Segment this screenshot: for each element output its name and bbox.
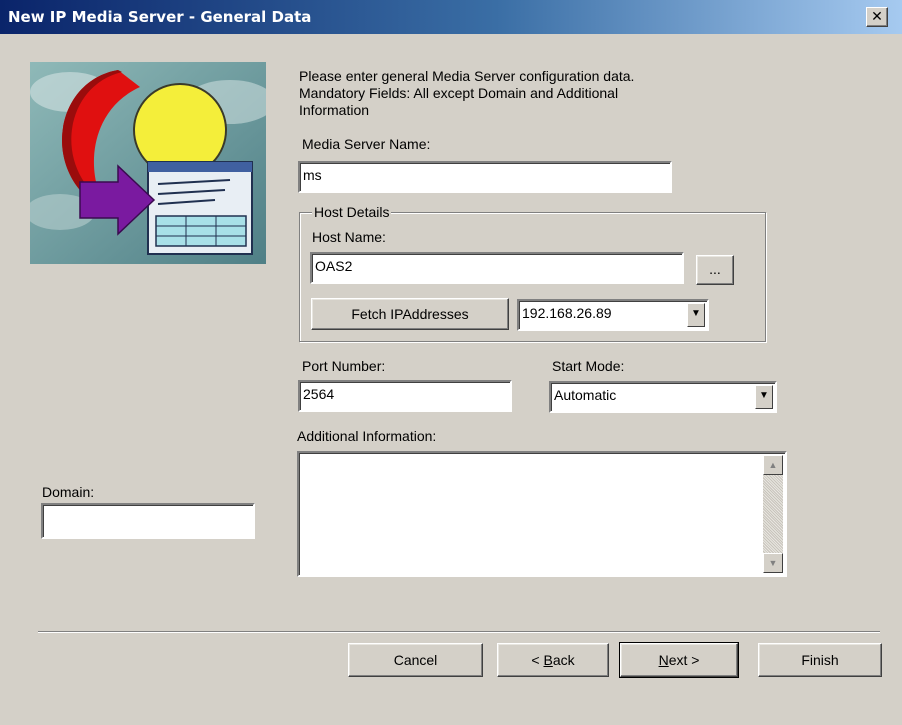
scroll-down-icon[interactable]: ▼ — [763, 553, 783, 573]
cancel-button[interactable]: Cancel — [348, 643, 483, 677]
back-button[interactable]: < Back — [497, 643, 609, 677]
start-mode-label: Start Mode: — [552, 358, 625, 374]
start-mode-value: Automatic — [554, 387, 617, 403]
host-details-title: Host Details — [312, 204, 392, 220]
cancel-label: Cancel — [393, 652, 438, 668]
next-button[interactable]: Next > — [619, 642, 739, 678]
additional-info-textarea[interactable]: ▲ ▼ — [297, 451, 787, 577]
next-mnemonic: N — [658, 652, 669, 668]
intro-line: Please enter general Media Server config… — [299, 68, 635, 84]
back-rest: ack — [552, 652, 575, 668]
chevron-down-icon[interactable]: ▼ — [755, 385, 773, 409]
scroll-up-icon[interactable]: ▲ — [763, 455, 783, 475]
title-bar: New IP Media Server - General Data — [0, 0, 902, 34]
wizard-logo — [30, 62, 266, 264]
host-name-value: OAS2 — [315, 258, 353, 274]
fetch-label: Fetch IPAddresses — [351, 306, 469, 322]
fetch-ip-addresses-button[interactable]: Fetch IPAddresses — [311, 298, 509, 330]
back-prefix: < — [531, 652, 544, 668]
window-title: New IP Media Server - General Data — [8, 8, 312, 26]
intro-line: Information — [299, 102, 370, 118]
port-number-value: 2564 — [303, 386, 335, 402]
media-server-name-label: Media Server Name: — [302, 136, 431, 152]
domain-input[interactable] — [41, 503, 255, 539]
start-mode-select[interactable]: Automatic ▼ — [549, 381, 777, 413]
additional-info-label: Additional Information: — [297, 428, 437, 444]
browse-label: ... — [709, 261, 721, 277]
media-server-name-value: ms — [303, 167, 322, 183]
finish-label: Finish — [801, 652, 839, 668]
domain-label: Domain: — [42, 484, 95, 500]
intro-text: Please enter general Media Server config… — [299, 68, 739, 119]
finish-button[interactable]: Finish — [758, 643, 882, 677]
port-number-input[interactable]: 2564 — [298, 380, 512, 412]
browse-host-button[interactable]: ... — [696, 255, 734, 285]
ip-address-select[interactable]: 192.168.26.89 ▼ — [517, 299, 709, 331]
close-button[interactable]: ✕ — [866, 7, 888, 27]
footer-separator — [38, 631, 880, 633]
media-server-name-input[interactable]: ms — [298, 161, 672, 193]
media-server-logo-icon — [30, 62, 266, 264]
back-mnemonic: B — [543, 652, 553, 668]
vertical-scrollbar[interactable]: ▲ ▼ — [763, 455, 783, 573]
host-name-input[interactable]: OAS2 — [310, 252, 684, 284]
ip-address-value: 192.168.26.89 — [522, 305, 612, 321]
intro-line: Mandatory Fields: All except Domain and … — [299, 85, 619, 101]
host-name-label: Host Name: — [312, 229, 386, 245]
close-icon: ✕ — [871, 8, 883, 24]
next-rest: ext > — [668, 652, 700, 668]
chevron-down-icon[interactable]: ▼ — [687, 303, 705, 327]
port-number-label: Port Number: — [302, 358, 386, 374]
